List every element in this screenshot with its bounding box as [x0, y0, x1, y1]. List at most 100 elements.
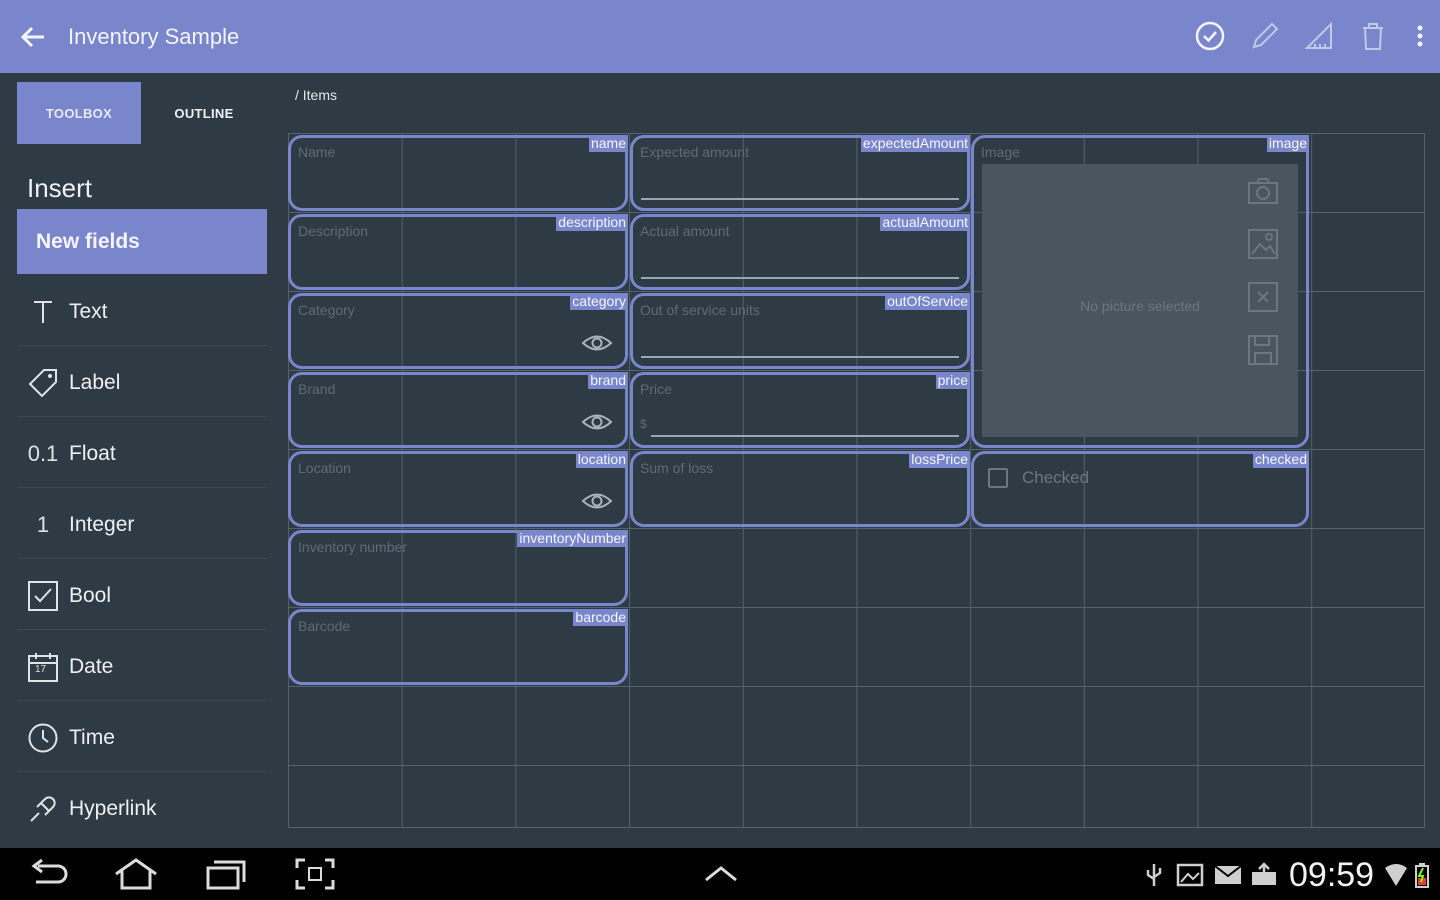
field-tag: expectedAmount — [860, 135, 970, 152]
new-fields-section[interactable]: New fields — [17, 209, 267, 274]
tool-label: Text — [69, 299, 108, 323]
trash-icon[interactable] — [1357, 20, 1389, 52]
clear-icon[interactable] — [1246, 280, 1280, 314]
field-placeholder: Name — [298, 144, 336, 160]
field-tag: name — [588, 135, 628, 152]
field-tag: brand — [588, 372, 628, 389]
field-inventory-number[interactable]: Inventory number inventoryNumber — [288, 530, 628, 606]
field-tag: barcode — [573, 609, 628, 626]
check-circle-icon[interactable] — [1194, 20, 1226, 52]
clock-icon — [28, 723, 58, 752]
field-tag: price — [935, 372, 970, 389]
eye-icon[interactable] — [581, 490, 613, 512]
tool-label: Date — [69, 654, 114, 678]
field-placeholder: Image — [981, 144, 1020, 160]
usb-icon — [1146, 864, 1162, 886]
checked-label: Checked — [1022, 468, 1090, 487]
field-placeholder: Description — [298, 223, 369, 239]
field-tag: image — [1266, 135, 1309, 152]
field-price[interactable]: Price price $ — [630, 372, 970, 448]
tool-label: Time — [69, 725, 115, 749]
field-tag: description — [556, 214, 628, 231]
field-location[interactable]: Location location — [288, 451, 628, 527]
tool-float[interactable]: 0.1 Float — [17, 420, 267, 488]
tool-integer[interactable]: 1 Integer — [17, 491, 267, 559]
tool-hyperlink[interactable]: Hyperlink — [17, 775, 267, 843]
tool-text[interactable]: Text — [17, 278, 267, 346]
checked-checkbox[interactable] — [988, 468, 1008, 488]
gallery-icon — [1176, 863, 1204, 887]
screenshot-icon[interactable] — [295, 858, 335, 890]
tool-label: Bool — [69, 583, 112, 607]
field-brand[interactable]: Brand brand — [288, 372, 628, 448]
input-underline — [641, 356, 959, 358]
field-tag: inventoryNumber — [517, 530, 628, 547]
tool-label: Label — [69, 370, 121, 394]
home-icon[interactable] — [112, 858, 160, 890]
field-placeholder: Location — [298, 460, 351, 476]
field-sum-of-loss[interactable]: Sum of loss lossPrice — [630, 451, 970, 527]
back-nav-icon[interactable] — [28, 858, 68, 890]
field-tag: lossPrice — [909, 451, 970, 468]
label-tag-icon — [28, 368, 57, 397]
image-preview: No picture selected — [982, 164, 1298, 437]
app-window: Inventory Sample TOOLBOX OUTLINE Insert … — [0, 0, 1440, 900]
tool-date[interactable]: 17 Date — [17, 633, 267, 701]
float-icon: 0.1 — [27, 440, 59, 466]
chevron-up-icon[interactable] — [702, 858, 740, 890]
battery-icon — [1415, 863, 1429, 888]
field-actual-amount[interactable]: Actual amount actualAmount — [630, 214, 970, 290]
field-image[interactable]: Image image No picture selected — [971, 135, 1309, 448]
mail-icon — [1214, 865, 1242, 884]
input-underline — [651, 435, 959, 437]
system-nav-bar: 09:59 — [0, 848, 1440, 900]
calendar-day: 17 — [35, 663, 47, 675]
more-vert-icon[interactable] — [1404, 20, 1436, 52]
field-name[interactable]: Name name — [288, 135, 628, 211]
link-icon — [30, 796, 56, 822]
field-checked[interactable]: checked Checked — [971, 451, 1309, 527]
pencil-icon[interactable] — [1249, 20, 1281, 52]
field-tag: outOfService — [885, 293, 970, 310]
field-category[interactable]: Category category — [288, 293, 628, 369]
field-barcode[interactable]: Barcode barcode — [288, 609, 628, 685]
eye-icon[interactable] — [581, 411, 613, 433]
status-clock: 09:59 — [1289, 856, 1375, 894]
tab-outline[interactable]: OUTLINE — [142, 82, 266, 144]
back-arrow-icon[interactable] — [18, 22, 48, 52]
checkbox-icon — [28, 580, 58, 611]
page-title: Inventory Sample — [68, 24, 240, 49]
toolbox-panel: TOOLBOX OUTLINE Insert New fields Text L… — [0, 73, 280, 848]
tool-time[interactable]: Time — [17, 704, 267, 772]
tab-toolbox[interactable]: TOOLBOX — [17, 82, 141, 144]
insert-heading: Insert — [27, 173, 93, 203]
recent-apps-icon[interactable] — [204, 858, 248, 890]
field-placeholder: Inventory number — [298, 539, 407, 555]
form-designer: / Items Name name Description descriptio… — [280, 73, 1440, 848]
field-tag: category — [570, 293, 628, 310]
field-description[interactable]: Description description — [288, 214, 628, 290]
field-placeholder: Sum of loss — [640, 460, 714, 476]
eye-icon[interactable] — [581, 332, 613, 354]
text-icon — [34, 300, 52, 323]
tool-label: Float — [69, 441, 116, 465]
field-placeholder: Actual amount — [640, 223, 730, 239]
breadcrumb: / Items — [295, 87, 338, 103]
save-image-icon[interactable] — [1246, 333, 1280, 367]
field-expected-amount[interactable]: Expected amount expectedAmount — [630, 135, 970, 211]
tool-label: Integer — [69, 512, 135, 536]
tool-label[interactable]: Label — [17, 349, 267, 417]
field-placeholder: Barcode — [298, 618, 351, 634]
camera-icon[interactable] — [1246, 174, 1280, 208]
field-placeholder: Expected amount — [640, 144, 749, 160]
upload-icon — [1252, 862, 1276, 885]
gallery-icon[interactable] — [1246, 227, 1280, 261]
ruler-icon[interactable] — [1303, 20, 1335, 52]
field-out-of-service[interactable]: Out of service units outOfService — [630, 293, 970, 369]
field-placeholder: Price — [640, 381, 672, 397]
field-tag: location — [575, 451, 628, 468]
tool-bool[interactable]: Bool — [17, 562, 267, 630]
field-placeholder: Out of service units — [640, 302, 760, 318]
currency-prefix: $ — [640, 417, 647, 431]
integer-icon: 1 — [36, 511, 50, 537]
